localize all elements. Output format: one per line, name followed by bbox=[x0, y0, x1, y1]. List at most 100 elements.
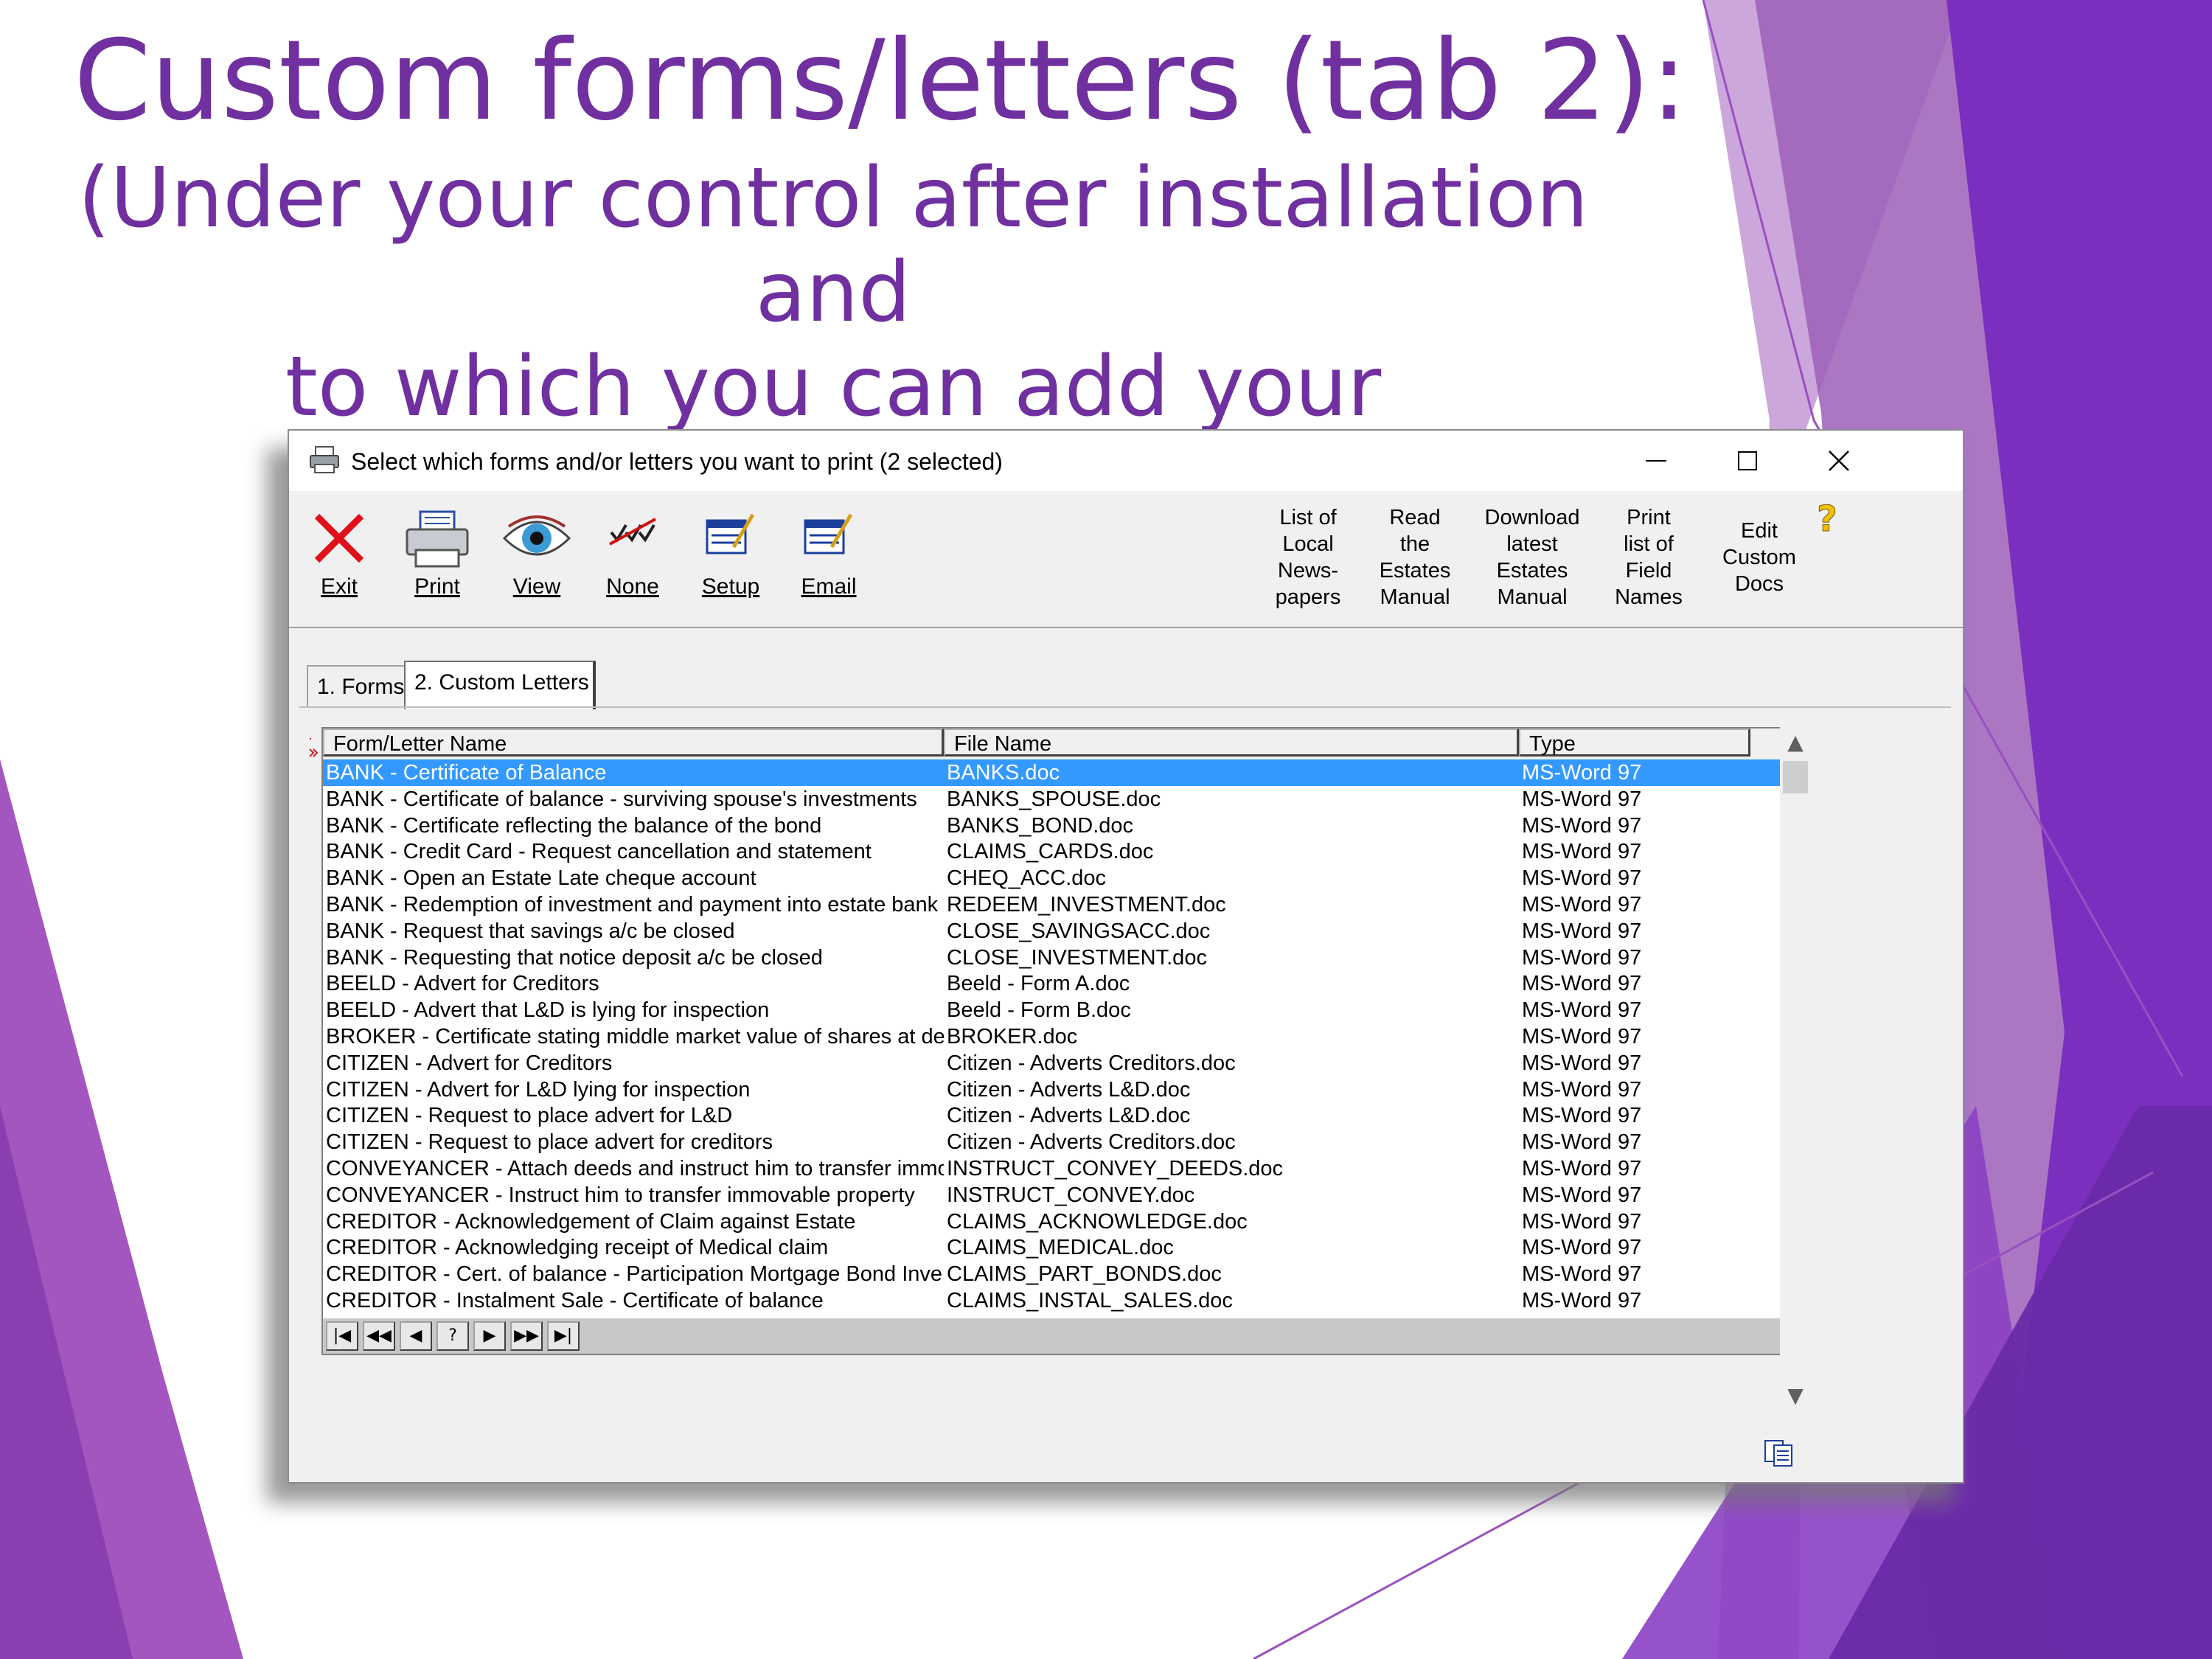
close-button[interactable] bbox=[1793, 431, 1885, 491]
next-record-button[interactable]: ▶ bbox=[473, 1321, 506, 1351]
question-mark-icon: ? bbox=[1817, 498, 1838, 540]
setup-button[interactable]: Setup bbox=[689, 491, 773, 627]
previous-record-button[interactable]: ◀ bbox=[400, 1321, 432, 1351]
table-row[interactable]: BEELD - Advert that L&D is lying for ins… bbox=[323, 997, 1780, 1023]
table-row[interactable]: CREDITOR - Cert. of balance - Participat… bbox=[323, 1261, 1780, 1287]
table-row[interactable]: CREDITOR - Acknowledgement of Claim agai… bbox=[323, 1208, 1780, 1235]
toolbar: Exit Print View None Setup Email List of… bbox=[289, 491, 1963, 627]
cell-file-name: BANKS_BOND.doc bbox=[947, 813, 1134, 838]
cell-form-name: BANK - Redemption of investment and paym… bbox=[326, 893, 939, 917]
table-row[interactable]: CONVEYANCER - Attach deeds and instruct … bbox=[323, 1155, 1780, 1182]
exit-button[interactable]: Exit bbox=[302, 491, 376, 627]
download-estates-manual-button[interactable]: Download latest Estates Manual bbox=[1469, 504, 1596, 611]
read-estates-manual-button[interactable]: Read the Estates Manual bbox=[1367, 504, 1463, 611]
none-label: None bbox=[606, 574, 659, 599]
cell-type: MS-Word 97 bbox=[1522, 1077, 1642, 1102]
exit-label: Exit bbox=[320, 574, 358, 599]
table-row[interactable]: BANK - Open an Estate Late cheque accoun… bbox=[323, 865, 1780, 891]
cell-type: MS-Word 97 bbox=[1522, 787, 1642, 811]
table-row[interactable]: CITIZEN - Request to place advert for cr… bbox=[323, 1129, 1780, 1155]
svg-text:?: ? bbox=[1817, 498, 1837, 540]
table-row[interactable]: CITIZEN - Advert for L&D lying for inspe… bbox=[323, 1077, 1780, 1103]
table-row[interactable]: BANK - Credit Card - Request cancellatio… bbox=[323, 838, 1780, 865]
print-selection-window: Select which forms and/or letters you wa… bbox=[288, 429, 1964, 1484]
cell-file-name: Beeld - Form A.doc bbox=[947, 972, 1130, 996]
none-button[interactable]: None bbox=[593, 491, 672, 627]
table-row[interactable]: BANK - Request that savings a/c be close… bbox=[323, 918, 1780, 945]
column-header-type[interactable]: Type bbox=[1519, 728, 1750, 757]
eye-icon bbox=[502, 515, 571, 556]
cell-file-name: CLOSE_SAVINGSACC.doc bbox=[947, 919, 1211, 943]
crossed-checks-icon bbox=[609, 518, 656, 546]
cell-form-name: CREDITOR - Acknowledging receipt of Medi… bbox=[326, 1236, 829, 1260]
table-row[interactable]: BROKER - Certificate stating middle mark… bbox=[323, 1023, 1780, 1050]
table-row[interactable]: BANK - Certificate of balance - survivin… bbox=[323, 786, 1780, 813]
print-button[interactable]: Print bbox=[398, 491, 476, 627]
cell-type: MS-Word 97 bbox=[1522, 1130, 1642, 1155]
slide-title: Custom forms/letters (tab 2): bbox=[74, 17, 1688, 145]
document-copy-icon[interactable] bbox=[1764, 1439, 1793, 1467]
next-page-button[interactable]: ▶▶ bbox=[510, 1321, 543, 1351]
cell-file-name: CLAIMS_ACKNOWLEDGE.doc bbox=[947, 1209, 1248, 1234]
list-local-newspapers-button[interactable]: List of Local News- papers bbox=[1255, 504, 1361, 611]
cell-form-name: BANK - Credit Card - Request cancellatio… bbox=[326, 840, 872, 864]
title-bar: Select which forms and/or letters you wa… bbox=[289, 431, 1963, 491]
cell-type: MS-Word 97 bbox=[1522, 1183, 1642, 1207]
letters-grid: Form/Letter Name File Name Type BANK - C… bbox=[321, 727, 1781, 1355]
cell-form-name: CREDITOR - Acknowledgement of Claim agai… bbox=[326, 1209, 856, 1234]
cell-type: MS-Word 97 bbox=[1522, 1262, 1642, 1287]
last-record-button[interactable]: ▶| bbox=[547, 1321, 580, 1351]
view-button[interactable]: View bbox=[495, 491, 578, 627]
cell-file-name: CLAIMS_PART_BONDS.doc bbox=[947, 1262, 1222, 1287]
cell-type: MS-Word 97 bbox=[1522, 919, 1642, 943]
cell-file-name: BANKS.doc bbox=[947, 761, 1060, 785]
table-row[interactable]: CREDITOR - Acknowledging receipt of Medi… bbox=[323, 1234, 1780, 1261]
email-button[interactable]: Email bbox=[787, 491, 870, 627]
cell-file-name: BROKER.doc bbox=[947, 1025, 1078, 1048]
chevron-down-icon[interactable]: ▼ bbox=[1780, 1380, 1811, 1411]
table-row[interactable]: BANK - Redemption of investment and paym… bbox=[323, 891, 1780, 918]
table-row[interactable]: BANK - Requesting that notice deposit a/… bbox=[323, 945, 1780, 971]
tab-custom-letters[interactable]: 2. Custom Letters bbox=[404, 661, 596, 709]
setup-label: Setup bbox=[701, 574, 760, 599]
tab-forms[interactable]: 1. Forms bbox=[307, 665, 408, 708]
printer-icon bbox=[310, 446, 339, 473]
email-label: Email bbox=[801, 574, 857, 599]
cell-type: MS-Word 97 bbox=[1522, 1289, 1642, 1312]
setup-icon bbox=[706, 513, 755, 554]
vertical-scrollbar[interactable]: ▲ ▼ bbox=[1780, 727, 1811, 1411]
window-title: Select which forms and/or letters you wa… bbox=[351, 448, 1003, 475]
edit-custom-docs-button[interactable]: Edit Custom Docs bbox=[1708, 518, 1811, 597]
first-record-button[interactable]: |◀ bbox=[326, 1321, 358, 1351]
previous-page-button[interactable]: ◀◀ bbox=[363, 1321, 395, 1351]
help-button[interactable]: ? bbox=[1812, 497, 1845, 541]
scrollbar-thumb[interactable] bbox=[1783, 761, 1808, 793]
table-row[interactable]: CITIZEN - Request to place advert for L&… bbox=[323, 1102, 1780, 1129]
print-field-names-button[interactable]: Print list of Field Names bbox=[1600, 504, 1697, 611]
cell-form-name: CITIZEN - Request to place advert for L&… bbox=[326, 1104, 733, 1128]
help-record-button[interactable]: ? bbox=[437, 1321, 469, 1351]
cell-type: MS-Word 97 bbox=[1522, 866, 1642, 891]
grid-header: Form/Letter Name File Name Type bbox=[323, 728, 1780, 759]
table-row[interactable]: CITIZEN - Advert for Creditors Citizen - … bbox=[323, 1050, 1780, 1077]
minimize-button[interactable] bbox=[1610, 431, 1702, 491]
table-row[interactable]: BEELD - Advert for Creditors Beeld - Form… bbox=[323, 970, 1780, 997]
cell-type: MS-Word 97 bbox=[1522, 1209, 1642, 1234]
maximize-button[interactable] bbox=[1702, 431, 1793, 491]
column-header-file[interactable]: File Name bbox=[944, 728, 1519, 757]
cell-file-name: REDEEM_INVESTMENT.doc bbox=[947, 893, 1226, 917]
cell-type: MS-Word 97 bbox=[1522, 761, 1642, 785]
cell-type: MS-Word 97 bbox=[1522, 972, 1642, 996]
table-row[interactable]: CREDITOR - Instalment Sale - Certificate… bbox=[323, 1287, 1780, 1314]
column-header-name[interactable]: Form/Letter Name bbox=[323, 728, 944, 757]
chevron-up-icon[interactable]: ▲ bbox=[1780, 727, 1811, 758]
table-row[interactable]: BANK - Certificate of Balance BANKS.doc MS… bbox=[323, 759, 1780, 786]
cell-file-name: CLOSE_INVESTMENT.doc bbox=[947, 945, 1207, 970]
cell-form-name: CITIZEN - Request to place advert for cr… bbox=[326, 1130, 773, 1155]
table-row[interactable]: BANK - Certificate reflecting the balanc… bbox=[323, 813, 1780, 839]
table-row[interactable]: CONVEYANCER - Instruct him to transfer i… bbox=[323, 1182, 1780, 1208]
cell-file-name: Beeld - Form B.doc bbox=[947, 998, 1131, 1023]
view-label: View bbox=[512, 574, 561, 599]
cell-type: MS-Word 97 bbox=[1522, 998, 1642, 1023]
cell-file-name: CLAIMS_MEDICAL.doc bbox=[947, 1236, 1174, 1260]
